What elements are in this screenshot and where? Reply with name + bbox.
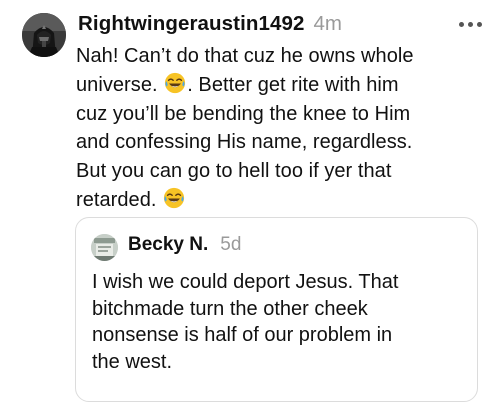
quoted-line: nonsense is half of our problem in [92,324,393,346]
quoted-post-card[interactable]: Becky N. 5d I wish we could deport Jesus… [75,217,478,402]
post-line: retarded. [76,186,488,215]
post-line: universe. . Better get rite with him [76,71,488,100]
post-text: retarded. [76,188,163,211]
post-line: and confessing His name, regardless. [76,128,488,157]
quoted-timestamp: 5d [220,234,242,255]
quoted-user-avatar[interactable] [91,234,118,261]
quoted-post-header: Becky N. 5d [128,234,241,256]
quoted-line: the west. [92,350,173,373]
ellipsis-icon[interactable] [459,22,482,27]
timestamp: 4m [313,12,342,35]
quoted-username[interactable]: Becky N. [128,234,208,256]
post-line: cuz you’ll be bending the knee to Him [76,100,488,129]
post-line: But you can go to hell too if yer that [76,157,488,186]
post-text: Nah! Can’t do that cuz he owns whole [76,45,414,67]
post-text: cuz you’ll be bending the knee to Him [76,102,411,125]
quoted-avatar-image [91,234,118,261]
reply-post: Rightwingeraustin1492 4m Nah! Can’t do t… [0,0,500,414]
user-avatar[interactable] [22,13,66,57]
post-text: . Better get rite with him [187,73,399,96]
quoted-line: bitchmade turn the other cheek [92,297,368,320]
laughing-tears-emoji-icon [165,72,186,93]
post-text: But you can go to hell too if yer that [76,160,392,183]
quoted-post-body: I wish we could deport Jesus. That bitch… [92,269,467,375]
post-line: Nah! Can’t do that cuz he owns whole [76,42,488,71]
post-text: and confessing His name, regardless. [76,131,413,154]
laughing-tears-emoji-icon [164,187,185,209]
post-text: universe. [76,73,164,96]
post-body: Nah! Can’t do that cuz he owns whole uni… [76,42,488,215]
username[interactable]: Rightwingeraustin1492 [78,12,305,36]
quoted-line: I wish we could deport Jesus. That [92,271,399,293]
avatar-image [22,13,66,57]
post-header: Rightwingeraustin1492 4m [78,12,342,36]
